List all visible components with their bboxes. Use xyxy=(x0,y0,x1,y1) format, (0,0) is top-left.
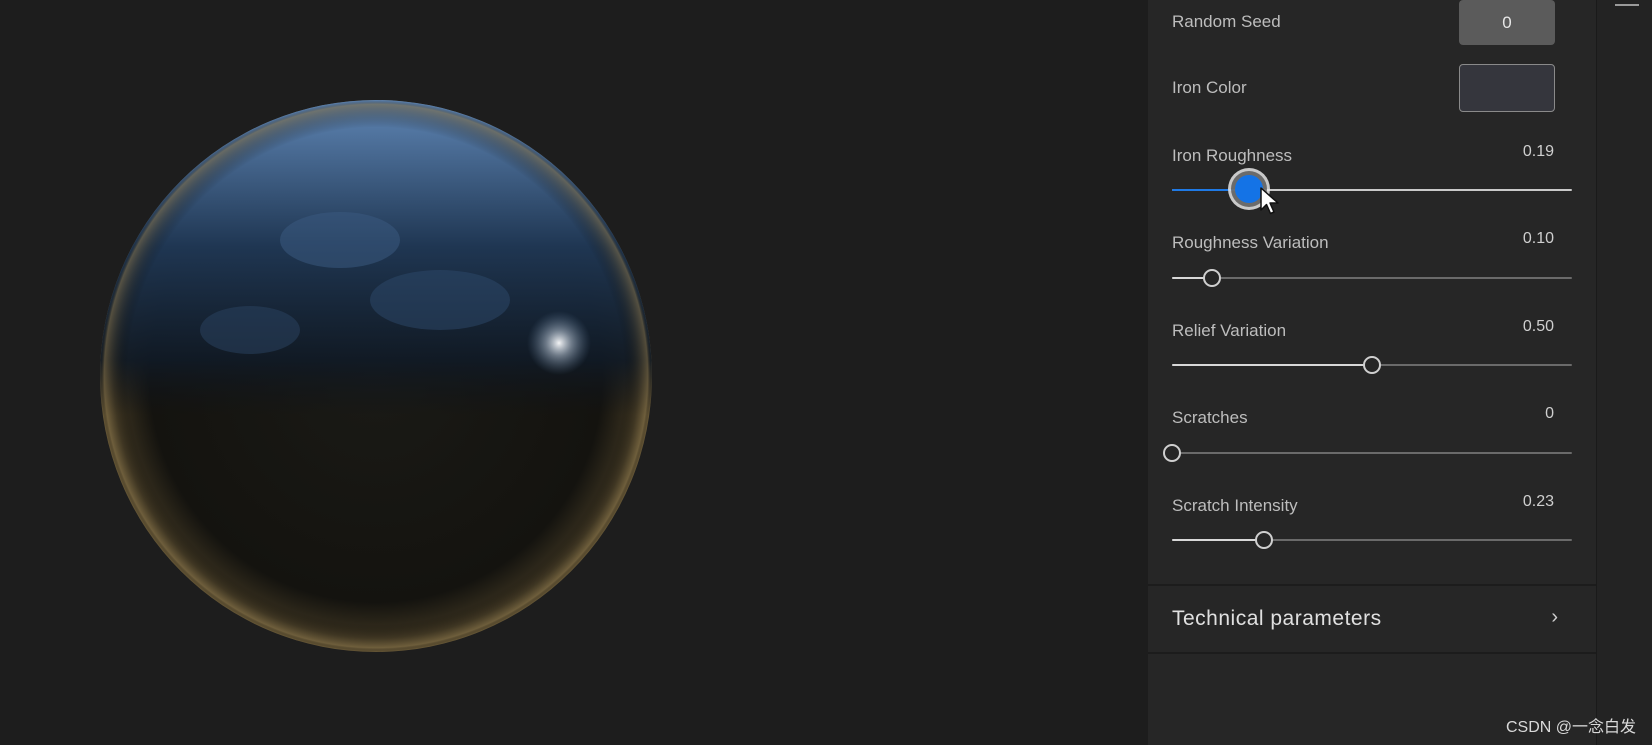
section-divider xyxy=(1148,652,1596,654)
iron-color-swatch[interactable] xyxy=(1459,64,1555,112)
relief-variation-slider[interactable] xyxy=(1172,353,1572,377)
scratches-label: Scratches xyxy=(1172,408,1248,427)
rim-light xyxy=(100,100,652,652)
random-seed-label: Random Seed xyxy=(1172,12,1281,31)
scratch-intensity-slider[interactable] xyxy=(1172,528,1572,552)
technical-parameters-header[interactable]: Technical parameters xyxy=(1172,607,1382,631)
chevron-right-icon[interactable]: › xyxy=(1551,606,1558,629)
slider-fill xyxy=(1172,539,1264,541)
slider-track xyxy=(1172,277,1572,279)
slider-track xyxy=(1172,452,1572,454)
scratches-slider[interactable] xyxy=(1163,441,1572,465)
iron-roughness-slider[interactable] xyxy=(1172,175,1572,203)
properties-panel: Random Seed 0 Iron Color Iron Roughness … xyxy=(1148,0,1596,745)
relief-variation-label: Relief Variation xyxy=(1172,321,1287,340)
mouse-cursor-icon xyxy=(1260,187,1279,215)
3d-viewport[interactable] xyxy=(0,0,1148,745)
random-seed-input[interactable]: 0 xyxy=(1459,0,1555,45)
slider-thumb[interactable] xyxy=(1363,356,1381,374)
slider-fill xyxy=(1172,364,1372,366)
scratch-intensity-label: Scratch Intensity xyxy=(1172,496,1298,515)
slider-thumb[interactable] xyxy=(1255,531,1273,549)
roughness-variation-value: 0.10 xyxy=(1522,230,1554,247)
slider-thumb[interactable] xyxy=(1203,269,1221,287)
roughness-variation-slider[interactable] xyxy=(1172,266,1572,290)
right-toolbar-strip xyxy=(1596,0,1652,745)
slider-thumb[interactable] xyxy=(1163,444,1181,462)
iron-roughness-value: 0.19 xyxy=(1522,143,1554,160)
material-preview-sphere xyxy=(100,100,652,652)
iron-roughness-label: Iron Roughness xyxy=(1172,146,1293,165)
iron-color-label: Iron Color xyxy=(1172,78,1247,97)
menu-icon[interactable] xyxy=(1615,4,1639,6)
relief-variation-value: 0.50 xyxy=(1522,318,1554,335)
roughness-variation-label: Roughness Variation xyxy=(1172,233,1329,252)
watermark: CSDN @一念白发 xyxy=(1505,719,1636,736)
scratch-intensity-value: 0.23 xyxy=(1522,493,1554,510)
section-divider xyxy=(1148,584,1596,586)
scratches-value: 0 xyxy=(1545,405,1554,422)
